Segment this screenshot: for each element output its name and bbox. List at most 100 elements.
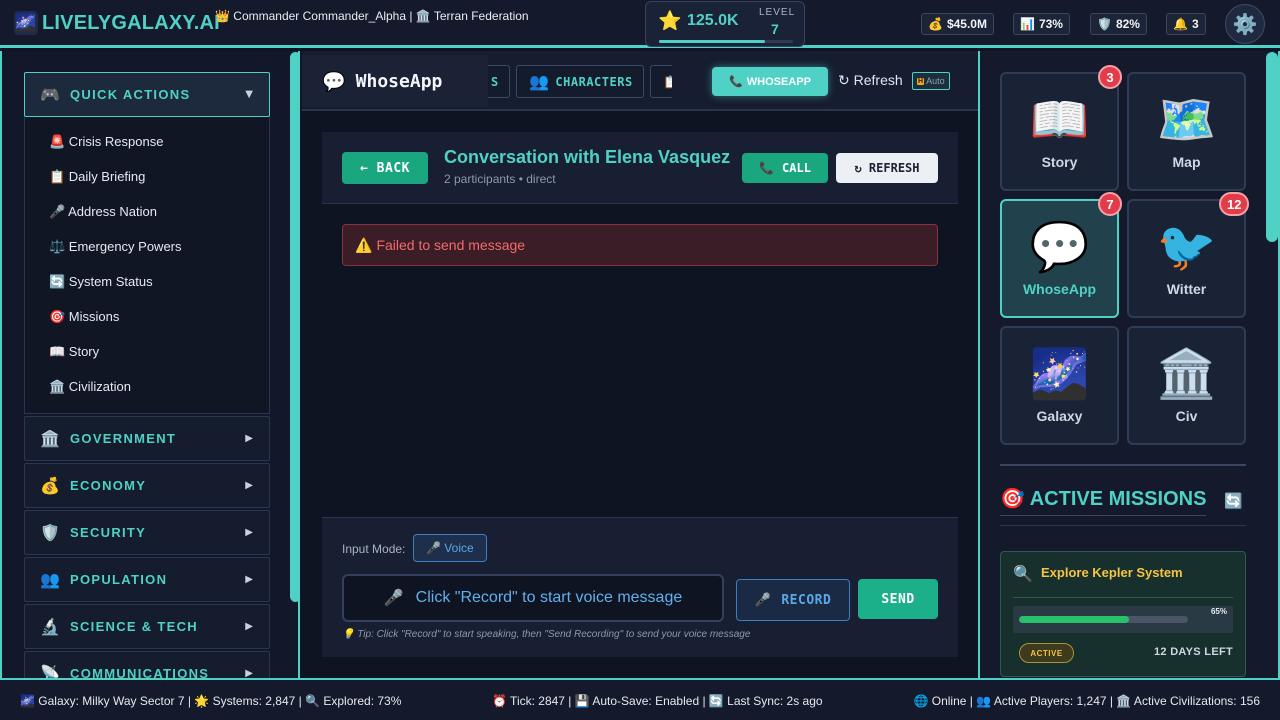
notifications-stat[interactable]: 🔔 3 — [1166, 13, 1206, 35]
quick-action-daily-briefing[interactable]: 📋 Daily Briefing — [49, 169, 145, 185]
tab-partial-left[interactable]: S — [488, 65, 510, 98]
app-tile-whoseapp[interactable]: 💬 WhoseApp — [1000, 199, 1119, 318]
tab-characters[interactable]: 👥 CHARACTERS — [516, 65, 644, 98]
app-tile-label: Civ — [1175, 408, 1198, 424]
quick-action-civilization[interactable]: 🏛️ Civilization — [49, 379, 131, 395]
shield-icon: 🛡️ — [40, 523, 60, 542]
commander-info: 👑 Commander Commander_Alpha | 🏛️ Terran … — [215, 9, 529, 23]
sidebar-section-government[interactable]: 🏛️ GOVERNMENT ▶ — [24, 416, 270, 461]
sidebar-section-economy[interactable]: 💰 ECONOMY ▶ — [24, 463, 270, 508]
microscope-icon: 🔬 — [40, 617, 60, 636]
money-bag-icon: 💰 — [928, 17, 943, 31]
sidebar-section-security[interactable]: 🛡️ SECURITY ▶ — [24, 510, 270, 555]
chevron-right-icon: ▶ — [245, 480, 253, 491]
footer-system-info: ⏰ Tick: 2847 | 💾 Auto-Save: Enabled | 🔄 … — [492, 694, 823, 708]
record-button[interactable]: 🎤 RECORD — [736, 579, 850, 621]
divider — [1000, 525, 1246, 526]
back-button[interactable]: ← BACK — [342, 152, 428, 184]
approval-value: 73% — [1038, 17, 1063, 31]
footer-galaxy-info: 🌌 Galaxy: Milky Way Sector 7 | 🌟 Systems… — [20, 694, 402, 708]
magnifier-icon: 🔍 — [1013, 564, 1033, 583]
call-button[interactable]: 📞 CALL — [742, 153, 828, 183]
microphone-icon: 🎤 — [383, 590, 404, 607]
voice-message-input[interactable]: 🎤 Click "Record" to start voice message — [342, 574, 724, 622]
star-icon: ⭐ — [658, 10, 682, 32]
xp-progress-fill — [659, 40, 765, 43]
government-icon: 🏛️ — [40, 429, 60, 448]
conversation-header: ← BACK Conversation with Elena Vasquez 2… — [322, 132, 958, 204]
shield-icon: 🛡️ — [1097, 17, 1112, 31]
app-tile-civ[interactable]: 🏛️ Civ — [1127, 326, 1246, 445]
quick-action-system-status[interactable]: 🔄 System Status — [49, 274, 153, 290]
app-tile-story[interactable]: 📖 Story — [1000, 72, 1119, 191]
settings-button[interactable]: ⚙️ — [1225, 4, 1265, 44]
bell-icon: 🔔 — [1173, 17, 1188, 31]
story-notification-badge: 3 — [1098, 65, 1122, 89]
sidebar: 🎮 QUICK ACTIONS ▼ 🚨 Crisis Response 📋 Da… — [0, 51, 300, 679]
score-level-panel: ⭐ 125.0K LEVEL 7 — [645, 1, 805, 47]
chevron-right-icon: ▶ — [245, 433, 253, 444]
app-title: 💬 WhoseApp — [302, 55, 488, 107]
logo-text: LIVELYGALAXY.AI — [42, 11, 220, 34]
quick-action-missions[interactable]: 🎯 Missions — [49, 309, 119, 325]
sidebar-scrollbar[interactable] — [290, 52, 298, 602]
clipboard-icon: 📋 — [663, 75, 672, 89]
composer-tip: 💡 Tip: Click "Record" to start speaking,… — [342, 629, 751, 640]
header-refresh-button[interactable]: ↻ Refresh — [838, 72, 903, 89]
quick-actions-list: 🚨 Crisis Response 📋 Daily Briefing 🎤 Add… — [24, 117, 270, 414]
speech-bubble-icon: 💬 — [1029, 219, 1090, 275]
quick-action-story[interactable]: 📖 Story — [49, 344, 99, 360]
quick-action-crisis-response[interactable]: 🚨 Crisis Response — [49, 134, 163, 150]
mission-card[interactable]: 🔍 Explore Kepler System 65% ACTIVE 12 DA… — [1000, 551, 1246, 677]
chevron-right-icon: ▶ — [245, 621, 253, 632]
sidebar-section-science-tech[interactable]: 🔬 SCIENCE & TECH ▶ — [24, 604, 270, 649]
quick-actions-label: QUICK ACTIONS — [70, 87, 191, 102]
sidebar-section-communications[interactable]: 📡 COMMUNICATIONS ▶ — [24, 651, 270, 679]
chevron-down-icon: ▼ — [245, 89, 253, 100]
input-mode-voice-button[interactable]: 🎤 Voice — [413, 534, 487, 562]
security-stat[interactable]: 🛡️ 82% — [1090, 13, 1147, 35]
app-tile-witter[interactable]: 🐦 Witter — [1127, 199, 1246, 318]
divider — [1000, 464, 1246, 466]
refresh-button[interactable]: ↻ REFRESH — [836, 153, 938, 183]
refresh-icon[interactable]: 🔄 — [1224, 492, 1243, 510]
right-panel: 📖 Story 🗺️ Map 💬 WhoseApp 🐦 Witter 🌌 Gal… — [978, 51, 1280, 679]
auto-refresh-toggle[interactable]: H Auto — [912, 72, 950, 90]
tab-partial-label: S — [491, 74, 499, 89]
logo[interactable]: 🌌 LIVELYGALAXY.AI — [14, 11, 220, 35]
notifications-count: 3 — [1191, 17, 1199, 31]
satellite-icon: 📡 — [40, 664, 60, 679]
app-tile-map[interactable]: 🗺️ Map — [1127, 72, 1246, 191]
active-missions-title: 🎯 ACTIVE MISSIONS — [1000, 486, 1207, 516]
section-label: POPULATION — [70, 572, 168, 587]
money-bag-icon: 💰 — [40, 476, 60, 495]
xp-progress-bar — [659, 40, 793, 43]
quick-action-emergency-powers[interactable]: ⚖️ Emergency Powers — [49, 239, 182, 255]
gear-icon: ⚙️ — [1232, 12, 1258, 36]
quick-actions-header[interactable]: 🎮 QUICK ACTIONS ▼ — [24, 72, 270, 117]
mission-title: Explore Kepler System — [1041, 565, 1183, 580]
tab-partial-right[interactable]: 📋 — [650, 65, 672, 98]
quick-action-address-nation[interactable]: 🎤 Address Nation — [49, 204, 157, 220]
tab-whoseapp[interactable]: 📞 WHOSEAPP — [712, 67, 828, 96]
sidebar-section-population[interactable]: 👥 POPULATION ▶ — [24, 557, 270, 602]
mission-progress-track — [1019, 616, 1188, 623]
mission-progress-label: 65% — [1210, 607, 1227, 616]
gamepad-icon: 🎮 — [40, 85, 60, 104]
section-label: GOVERNMENT — [70, 431, 177, 446]
app-tile-label: Map — [1172, 154, 1201, 170]
app-tile-galaxy[interactable]: 🌌 Galaxy — [1000, 326, 1119, 445]
send-button[interactable]: SEND — [858, 579, 938, 619]
section-label: SECURITY — [70, 525, 147, 540]
error-text: Failed to send message — [376, 237, 526, 253]
right-panel-scrollbar[interactable] — [1266, 52, 1278, 242]
status-footer: 🌌 Galaxy: Milky Way Sector 7 | 🌟 Systems… — [0, 678, 1280, 720]
main-panel: 💬 WhoseApp S 👥 CHARACTERS 📋 📞 WHOSEAPP ↻… — [302, 51, 978, 679]
approval-stat[interactable]: 📊 73% — [1013, 13, 1070, 35]
people-icon: 👥 — [529, 72, 550, 91]
voice-input-text: Click "Record" to start voice message — [415, 589, 683, 606]
microphone-icon: 🎤 — [426, 541, 442, 555]
treasury-stat[interactable]: 💰 $45.0M — [921, 13, 994, 35]
main-header: 💬 WhoseApp S 👥 CHARACTERS 📋 📞 WHOSEAPP ↻… — [302, 51, 978, 111]
mission-progress: 65% — [1013, 606, 1233, 633]
